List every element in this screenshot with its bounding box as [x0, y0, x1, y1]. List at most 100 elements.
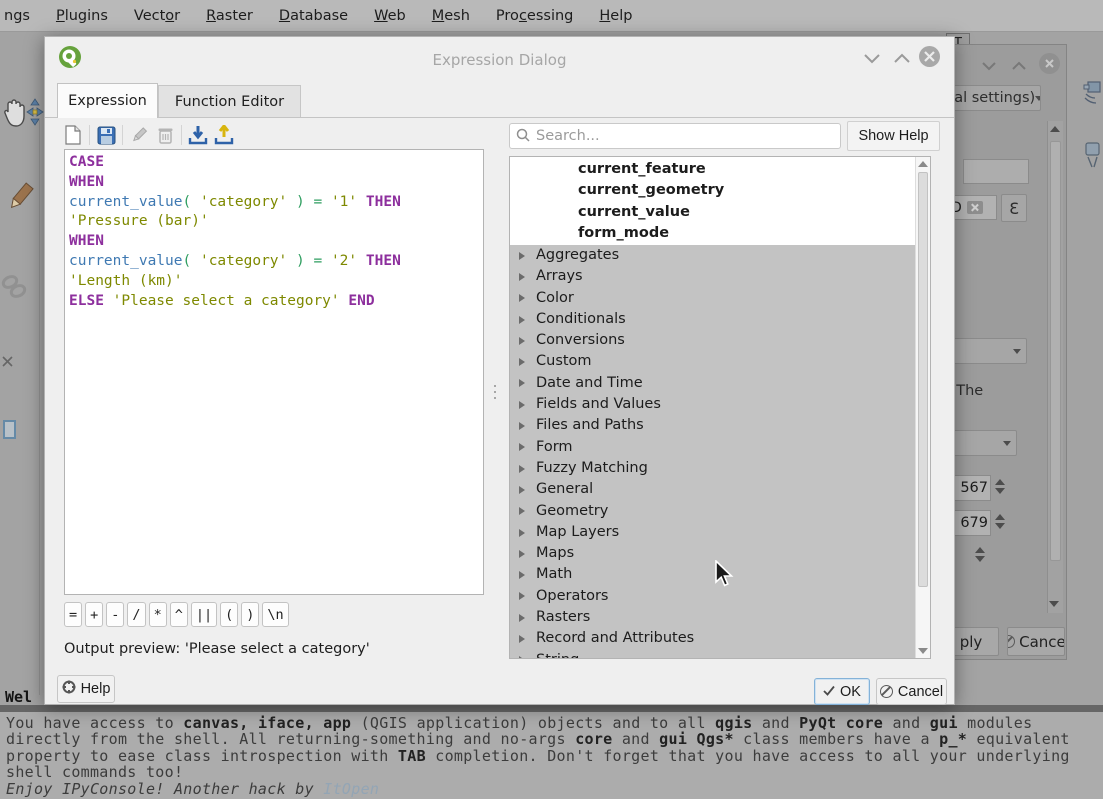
search-box[interactable] — [509, 123, 841, 149]
scroll-up-icon[interactable] — [918, 161, 928, 167]
menu-web[interactable]: Web — [374, 8, 406, 24]
chevron-down-icon[interactable] — [981, 61, 997, 71]
expand-triangle-icon[interactable] — [519, 571, 525, 579]
chevron-up-icon[interactable] — [1011, 61, 1027, 71]
expand-triangle-icon[interactable] — [519, 401, 525, 409]
operator-button[interactable]: + — [85, 602, 103, 627]
chevron-up-icon[interactable] — [893, 53, 911, 64]
expand-triangle-icon[interactable] — [519, 358, 525, 366]
spinbox-3-arrows[interactable] — [975, 547, 985, 562]
tree-scrollbar[interactable] — [915, 157, 930, 658]
expand-triangle-icon[interactable] — [519, 252, 525, 260]
python-console[interactable]: You have access to canvas, iface, app (Q… — [0, 712, 1103, 799]
expression-editor[interactable]: CASEWHENcurrent_value( 'category' ) = '1… — [64, 149, 484, 595]
import-expression-icon[interactable] — [186, 123, 210, 147]
new-expression-icon[interactable] — [61, 123, 85, 147]
function-group[interactable]: Math — [510, 564, 915, 585]
expand-triangle-icon[interactable] — [519, 529, 525, 537]
operator-button[interactable]: = — [64, 602, 82, 627]
scroll-down-icon[interactable] — [918, 648, 928, 654]
menu-ngs[interactable]: ngs — [4, 8, 30, 24]
show-help-button[interactable]: Show Help — [847, 121, 940, 151]
expand-triangle-icon[interactable] — [519, 443, 525, 451]
close-icon[interactable] — [919, 46, 940, 67]
operator-button[interactable]: - — [106, 602, 124, 627]
function-group[interactable]: Arrays — [510, 266, 915, 287]
expand-triangle-icon[interactable] — [519, 379, 525, 387]
expand-triangle-icon[interactable] — [519, 614, 525, 622]
search-input[interactable] — [536, 128, 834, 144]
edit-expression-icon[interactable] — [127, 123, 151, 147]
function-group[interactable]: Fields and Values — [510, 394, 915, 415]
function-group[interactable]: Color — [510, 288, 915, 309]
function-group[interactable]: String — [510, 650, 915, 658]
clear-icon[interactable] — [967, 201, 983, 214]
function-group[interactable]: Record and Attributes — [510, 628, 915, 649]
delete-expression-icon[interactable] — [153, 123, 177, 147]
function-group[interactable]: Aggregates — [510, 245, 915, 266]
tab-expression[interactable]: Expression — [57, 83, 158, 118]
background-scrollbar[interactable] — [1047, 121, 1063, 613]
expand-triangle-icon[interactable] — [519, 465, 525, 473]
operator-button[interactable]: ( — [220, 602, 238, 627]
scrollbar-thumb[interactable] — [1050, 141, 1061, 561]
expand-triangle-icon[interactable] — [519, 486, 525, 494]
expand-triangle-icon[interactable] — [519, 422, 525, 430]
function-group[interactable]: Maps — [510, 543, 915, 564]
function-group[interactable]: Date and Time — [510, 373, 915, 394]
expand-triangle-icon[interactable] — [519, 316, 525, 324]
function-group[interactable]: Geometry — [510, 501, 915, 522]
menu-processing[interactable]: Processing — [496, 8, 573, 24]
menu-database[interactable]: Database — [279, 8, 348, 24]
operator-button[interactable]: * — [149, 602, 167, 627]
save-expression-icon[interactable] — [94, 123, 118, 147]
scroll-up-icon[interactable] — [1050, 126, 1060, 132]
cancel-button[interactable]: Cancel — [876, 678, 947, 705]
scroll-down-icon[interactable] — [1049, 601, 1059, 607]
expand-triangle-icon[interactable] — [519, 273, 525, 281]
close-icon[interactable] — [1039, 53, 1060, 74]
operator-button[interactable]: / — [127, 602, 145, 627]
splitter-handle[interactable] — [492, 385, 497, 411]
function-item[interactable]: current_feature — [510, 159, 915, 180]
operator-button[interactable]: ^ — [170, 602, 188, 627]
expand-triangle-icon[interactable] — [519, 656, 525, 658]
operator-button[interactable]: || — [191, 602, 217, 627]
menu-vector[interactable]: Vector — [134, 8, 180, 24]
menu-raster[interactable]: Raster — [206, 8, 253, 24]
cancel-button-background[interactable]: Cancel — [1007, 627, 1065, 656]
chevron-down-icon[interactable] — [863, 53, 881, 64]
tab-function-editor[interactable]: Function Editor — [158, 85, 301, 118]
spinbox-2-arrows[interactable] — [995, 514, 1005, 529]
function-group[interactable]: Map Layers — [510, 522, 915, 543]
function-item[interactable]: current_value — [510, 202, 915, 223]
expand-triangle-icon[interactable] — [519, 507, 525, 515]
scrollbar-thumb[interactable] — [918, 172, 928, 587]
help-button[interactable]: Help — [57, 675, 115, 703]
menu-plugins[interactable]: Plugins — [56, 8, 108, 24]
function-group[interactable]: Custom — [510, 351, 915, 372]
function-group[interactable]: Operators — [510, 586, 915, 607]
function-group[interactable]: General — [510, 479, 915, 500]
expand-triangle-icon[interactable] — [519, 550, 525, 558]
function-group[interactable]: Fuzzy Matching — [510, 458, 915, 479]
function-group[interactable]: Conversions — [510, 330, 915, 351]
function-group[interactable]: Form — [510, 437, 915, 458]
background-input[interactable] — [963, 159, 1029, 184]
expand-triangle-icon[interactable] — [519, 635, 525, 643]
function-group[interactable]: Rasters — [510, 607, 915, 628]
expand-triangle-icon[interactable] — [519, 337, 525, 345]
operator-button[interactable]: ) — [241, 602, 259, 627]
function-group[interactable]: Conditionals — [510, 309, 915, 330]
operator-button[interactable]: \n — [262, 602, 288, 627]
expand-triangle-icon[interactable] — [519, 592, 525, 600]
expand-triangle-icon[interactable] — [519, 294, 525, 302]
expression-epsilon-button[interactable]: Ɛ — [1001, 194, 1027, 222]
menu-mesh[interactable]: Mesh — [432, 8, 470, 24]
spinbox-1-arrows[interactable] — [995, 479, 1005, 494]
ok-button[interactable]: OK — [814, 678, 870, 705]
function-group[interactable]: Files and Paths — [510, 415, 915, 436]
function-item[interactable]: form_mode — [510, 223, 915, 244]
function-item[interactable]: current_geometry — [510, 180, 915, 201]
menu-help[interactable]: Help — [599, 8, 632, 24]
